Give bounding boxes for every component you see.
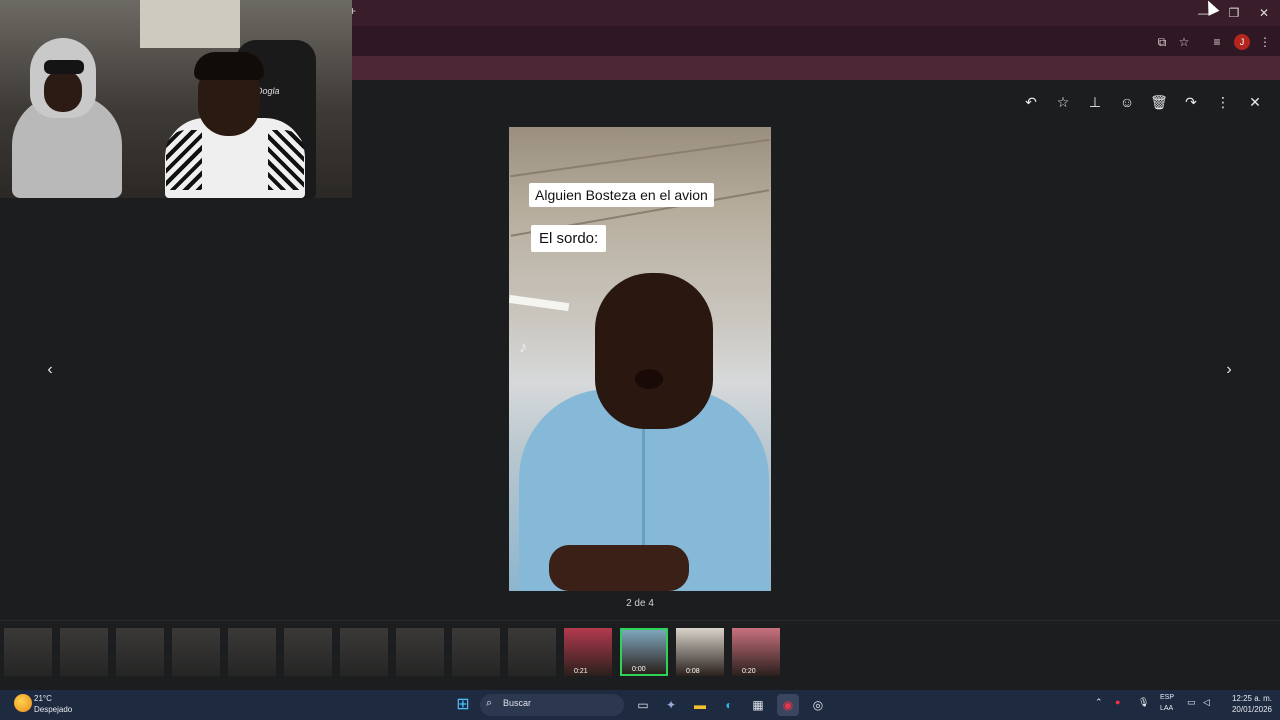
browser-menu-icon[interactable]: ⋮ — [1256, 33, 1274, 51]
media-counter: 2 de 4 — [626, 598, 654, 609]
video-subject-mouth — [635, 369, 663, 389]
thumbnail-image — [116, 628, 164, 676]
input-language[interactable]: ESP — [1160, 694, 1174, 701]
windows-start-icon[interactable]: ⊞ — [452, 694, 474, 716]
thumbnail-image — [564, 628, 612, 676]
pin-icon[interactable]: ⊥ — [1085, 92, 1105, 112]
previous-media-arrow[interactable]: ‹ — [40, 360, 60, 380]
thumbnail-image — [676, 628, 724, 676]
video-subject-head — [595, 273, 713, 429]
thumbnail-image — [396, 628, 444, 676]
weather-temperature[interactable]: 21°C — [34, 694, 52, 703]
weather-description[interactable]: Despejado — [34, 705, 72, 714]
search-placeholder: Buscar — [503, 698, 532, 708]
store-icon[interactable]: ▦ — [747, 694, 769, 716]
profile-avatar[interactable]: J — [1234, 34, 1250, 50]
video-caption-top: Alguien Bosteza en el avion — [529, 183, 714, 207]
ceiling-line — [510, 138, 770, 178]
thumbnail-duration: 0:08 — [686, 668, 700, 675]
streamer-left-cap — [44, 60, 84, 74]
streamer-right-hair — [194, 52, 264, 80]
install-app-icon[interactable]: ⧉ — [1153, 33, 1171, 51]
filmstrip-thumbnail[interactable] — [508, 628, 556, 676]
search-icon: ⌕ — [486, 697, 493, 709]
video-caption-bottom: El sordo: — [531, 225, 607, 252]
thumbnail-image — [452, 628, 500, 676]
network-icon[interactable]: ▭ — [1187, 697, 1196, 708]
volume-icon[interactable]: ◁ — [1203, 697, 1210, 708]
trash-icon[interactable]: 🗑 — [1149, 92, 1169, 112]
filmstrip-thumbnail[interactable] — [228, 628, 276, 676]
window-close-button[interactable]: ✕ — [1250, 4, 1278, 22]
thumbnail-image — [508, 628, 556, 676]
app-icon[interactable]: ◎ — [807, 694, 829, 716]
webcam-overlay: Dogla — [0, 0, 352, 198]
emoji-icon[interactable]: ☺ — [1117, 92, 1137, 112]
thumbnail-duration: 0:20 — [742, 668, 756, 675]
jersey-stripes — [166, 130, 202, 190]
weather-icon[interactable] — [14, 694, 32, 712]
clock-time[interactable]: 12:25 a. m. — [1226, 694, 1272, 703]
forward-icon[interactable]: ↷ — [1181, 92, 1201, 112]
thumbnail-image — [732, 628, 780, 676]
thumbnail-image — [4, 628, 52, 676]
filmstrip-thumbnail[interactable] — [340, 628, 388, 676]
video-player[interactable]: ♪ Alguien Bosteza en el avion El sordo: — [509, 127, 771, 591]
filmstrip-thumbnail[interactable] — [116, 628, 164, 676]
thumbnail-image — [228, 628, 276, 676]
close-viewer-icon[interactable]: ✕ — [1245, 92, 1265, 112]
media-controls-icon[interactable]: ≡ — [1208, 33, 1226, 51]
thumbnail-duration: 0:00 — [632, 666, 646, 673]
ceiling-light — [509, 294, 570, 312]
bookmark-star-icon[interactable]: ☆ — [1175, 33, 1193, 51]
filmstrip-thumbnail[interactable]: 0:20 — [732, 628, 780, 676]
filmstrip-thumbnail[interactable] — [172, 628, 220, 676]
background-shelf — [140, 0, 240, 48]
taskbar-search-box[interactable] — [480, 694, 624, 716]
thumbnail-image — [172, 628, 220, 676]
microphone-icon[interactable]: 🎙 — [1138, 697, 1149, 708]
streamer-left-face — [44, 70, 82, 112]
thumbnail-image — [340, 628, 388, 676]
thumbnail-image — [284, 628, 332, 676]
reply-icon[interactable]: ↶ — [1021, 92, 1041, 112]
input-language-layout[interactable]: LAA — [1160, 705, 1173, 712]
edge-browser-icon[interactable]: ◐ — [718, 694, 740, 716]
filmstrip-thumbnail-active[interactable]: 0:00 — [620, 628, 668, 676]
video-subject-hands — [549, 545, 689, 591]
copilot-icon[interactable]: ✦ — [660, 694, 682, 716]
chrome-icon[interactable]: ◉ — [777, 694, 799, 716]
clock-date[interactable]: 20/01/2026 — [1226, 705, 1272, 714]
tiktok-logo-icon: ♪ — [519, 339, 527, 356]
more-options-icon[interactable]: ⋮ — [1213, 92, 1233, 112]
task-view-icon[interactable]: ▭ — [632, 694, 654, 716]
filmstrip-thumbnail[interactable] — [284, 628, 332, 676]
filmstrip-thumbnail[interactable] — [452, 628, 500, 676]
thumbnail-image — [60, 628, 108, 676]
filmstrip-thumbnail[interactable]: 0:21 — [564, 628, 612, 676]
thumbnail-duration: 0:21 — [574, 668, 588, 675]
filmstrip-thumbnail[interactable] — [396, 628, 444, 676]
file-explorer-icon[interactable]: ▬ — [689, 694, 711, 716]
star-icon[interactable]: ☆ — [1053, 92, 1073, 112]
filmstrip-thumbnail[interactable] — [60, 628, 108, 676]
tray-overflow-icon[interactable]: ⌃ — [1095, 697, 1103, 708]
filmstrip-thumbnail[interactable]: 0:08 — [676, 628, 724, 676]
next-media-arrow[interactable]: › — [1219, 360, 1239, 380]
tray-app-icon[interactable]: ● — [1115, 697, 1120, 707]
jersey-stripes — [268, 130, 304, 190]
filmstrip-thumbnail[interactable] — [4, 628, 52, 676]
restore-button[interactable]: ❐ — [1220, 4, 1248, 22]
